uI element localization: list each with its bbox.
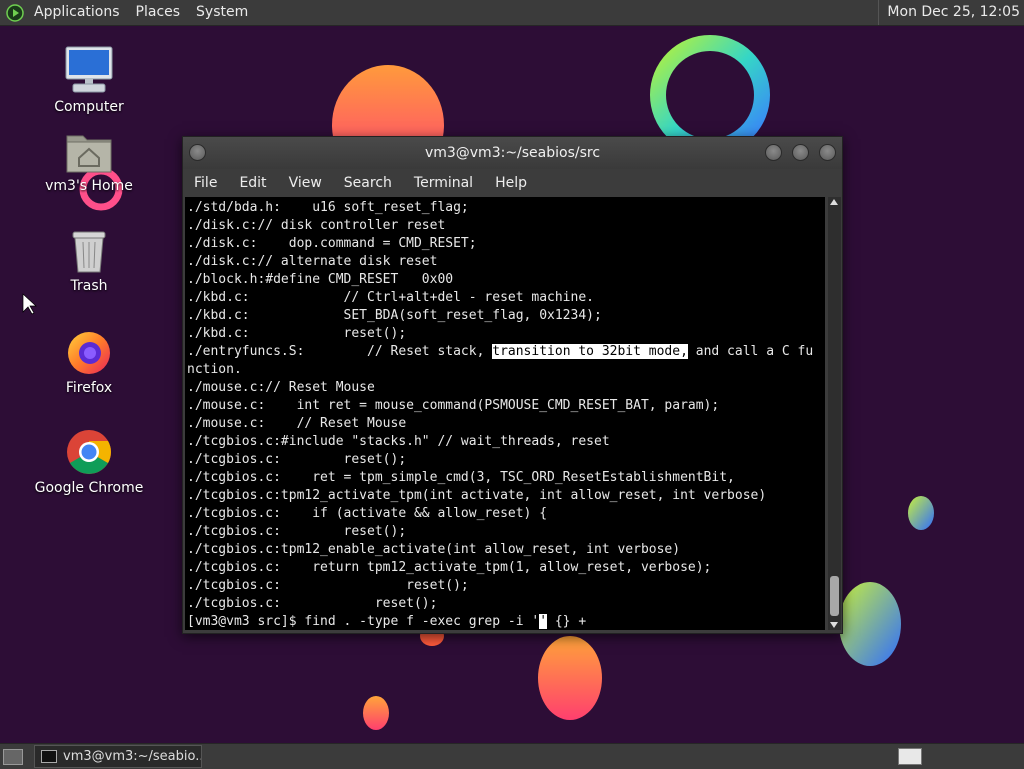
terminal-line: ./disk.c: dop.command = CMD_RESET; <box>187 236 477 251</box>
taskbar-window-label: vm3@vm3:~/seabio... <box>63 749 202 764</box>
terminal-line: ./block.h:#define CMD_RESET 0x00 <box>187 272 454 287</box>
terminal-line: ./tcgbios.c: return tpm12_activate_tpm(1… <box>187 560 712 575</box>
menu-help[interactable]: Help <box>484 169 538 197</box>
text-cursor: ' <box>539 614 548 629</box>
terminal-line-after-selection: and call a C fu <box>687 344 814 359</box>
menu-terminal[interactable]: Terminal <box>403 169 484 197</box>
scroll-up-arrow-icon[interactable] <box>830 199 838 205</box>
home-folder-icon <box>66 135 112 173</box>
applications-logo-icon[interactable] <box>6 3 24 22</box>
maximize-button[interactable] <box>792 144 809 161</box>
terminal-icon <box>41 750 57 763</box>
terminal-scrollbar[interactable] <box>828 197 841 630</box>
window-titlebar[interactable]: vm3@vm3:~/seabios/src <box>183 137 842 169</box>
command-prompt-tail[interactable]: {} + <box>547 614 586 629</box>
menu-file[interactable]: File <box>183 169 228 197</box>
desktop-icon-label: Firefox <box>65 380 113 396</box>
trash-icon <box>72 231 106 273</box>
terminal-line: ./kbd.c: reset(); <box>187 326 407 341</box>
menu-view[interactable]: View <box>278 169 333 197</box>
window-menu-button[interactable] <box>189 144 206 161</box>
terminal-line: ./mouse.c:// Reset Mouse <box>187 380 375 395</box>
terminal-line: ./tcgbios.c: reset(); <box>187 596 438 611</box>
text-selection[interactable]: transition to 32bit mode, <box>492 344 688 359</box>
terminal-line: ./tcgbios.c:#include "stacks.h" // wait_… <box>187 434 610 449</box>
taskbar-window-button[interactable]: vm3@vm3:~/seabio... <box>34 745 202 768</box>
desktop-icon-chrome[interactable]: Google Chrome <box>34 428 144 496</box>
applications-menu[interactable]: Applications <box>26 0 128 25</box>
terminal-line: ./tcgbios.c: ret = tpm_simple_cmd(3, TSC… <box>187 470 735 485</box>
desktop-icon-trash[interactable]: Trash <box>34 228 144 294</box>
desktop-icon-label: Computer <box>54 99 124 115</box>
window-title: vm3@vm3:~/seabios/src <box>424 145 601 161</box>
command-prompt[interactable]: [vm3@vm3 src]$ find . -type f -exec grep… <box>187 614 539 629</box>
menu-edit[interactable]: Edit <box>228 169 277 197</box>
terminal-line: ./tcgbios.c:tpm12_enable_activate(int al… <box>187 542 681 557</box>
terminal-menubar: File Edit View Search Terminal Help <box>183 169 842 197</box>
terminal-output: ./std/bda.h: u16 soft_reset_flag; ./disk… <box>185 197 825 630</box>
places-menu[interactable]: Places <box>128 0 189 25</box>
top-panel: Applications Places System Mon Dec 25, 1… <box>0 0 1024 26</box>
terminal-line: ./disk.c:// disk controller reset <box>187 218 446 233</box>
close-button[interactable] <box>819 144 836 161</box>
desktop-icon-home[interactable]: vm3's Home <box>34 128 144 194</box>
desktop-icon-firefox[interactable]: Firefox <box>34 328 144 396</box>
workspace-switcher[interactable] <box>898 748 922 765</box>
desktop-icon-label: vm3's Home <box>45 178 133 194</box>
terminal-line: ./std/bda.h: u16 soft_reset_flag; <box>187 200 469 215</box>
desktop-icon-computer[interactable]: Computer <box>34 45 144 115</box>
terminal-line: ./disk.c:// alternate disk reset <box>187 254 438 269</box>
desktop-icon-label: Google Chrome <box>34 480 144 496</box>
terminal-line-before-selection: ./entryfuncs.S: // Reset stack, <box>187 344 493 359</box>
terminal-line: ./kbd.c: // Ctrl+alt+del - reset machine… <box>187 290 594 305</box>
terminal-line: ./tcgbios.c:tpm12_activate_tpm(int activ… <box>187 488 767 503</box>
terminal-output-area[interactable]: ./std/bda.h: u16 soft_reset_flag; ./disk… <box>185 197 825 630</box>
clock[interactable]: Mon Dec 25, 12:05 <box>878 0 1020 25</box>
terminal-line: ./tcgbios.c: reset(); <box>187 524 407 539</box>
show-desktop-icon[interactable] <box>3 749 23 765</box>
terminal-line: ./tcgbios.c: if (activate && allow_reset… <box>187 506 548 521</box>
terminal-line: ./tcgbios.c: reset(); <box>187 452 407 467</box>
firefox-icon <box>68 332 110 374</box>
menu-search[interactable]: Search <box>333 169 403 197</box>
chrome-icon <box>67 430 111 474</box>
terminal-line: nction. <box>187 362 242 377</box>
desktop-icon-label: Trash <box>70 278 108 294</box>
terminal-line: ./tcgbios.c: reset(); <box>187 578 469 593</box>
scrollbar-thumb[interactable] <box>830 576 839 616</box>
terminal-window: vm3@vm3:~/seabios/src File Edit View Sea… <box>182 136 843 634</box>
terminal-line: ./kbd.c: SET_BDA(soft_reset_flag, 0x1234… <box>187 308 602 323</box>
minimize-button[interactable] <box>765 144 782 161</box>
terminal-line: ./mouse.c: // Reset Mouse <box>187 416 407 431</box>
computer-icon <box>65 46 113 93</box>
system-menu[interactable]: System <box>188 0 256 25</box>
terminal-line: ./mouse.c: int ret = mouse_command(PSMOU… <box>187 398 720 413</box>
scroll-down-arrow-icon[interactable] <box>830 622 838 628</box>
bottom-panel: vm3@vm3:~/seabio... <box>0 743 1024 769</box>
